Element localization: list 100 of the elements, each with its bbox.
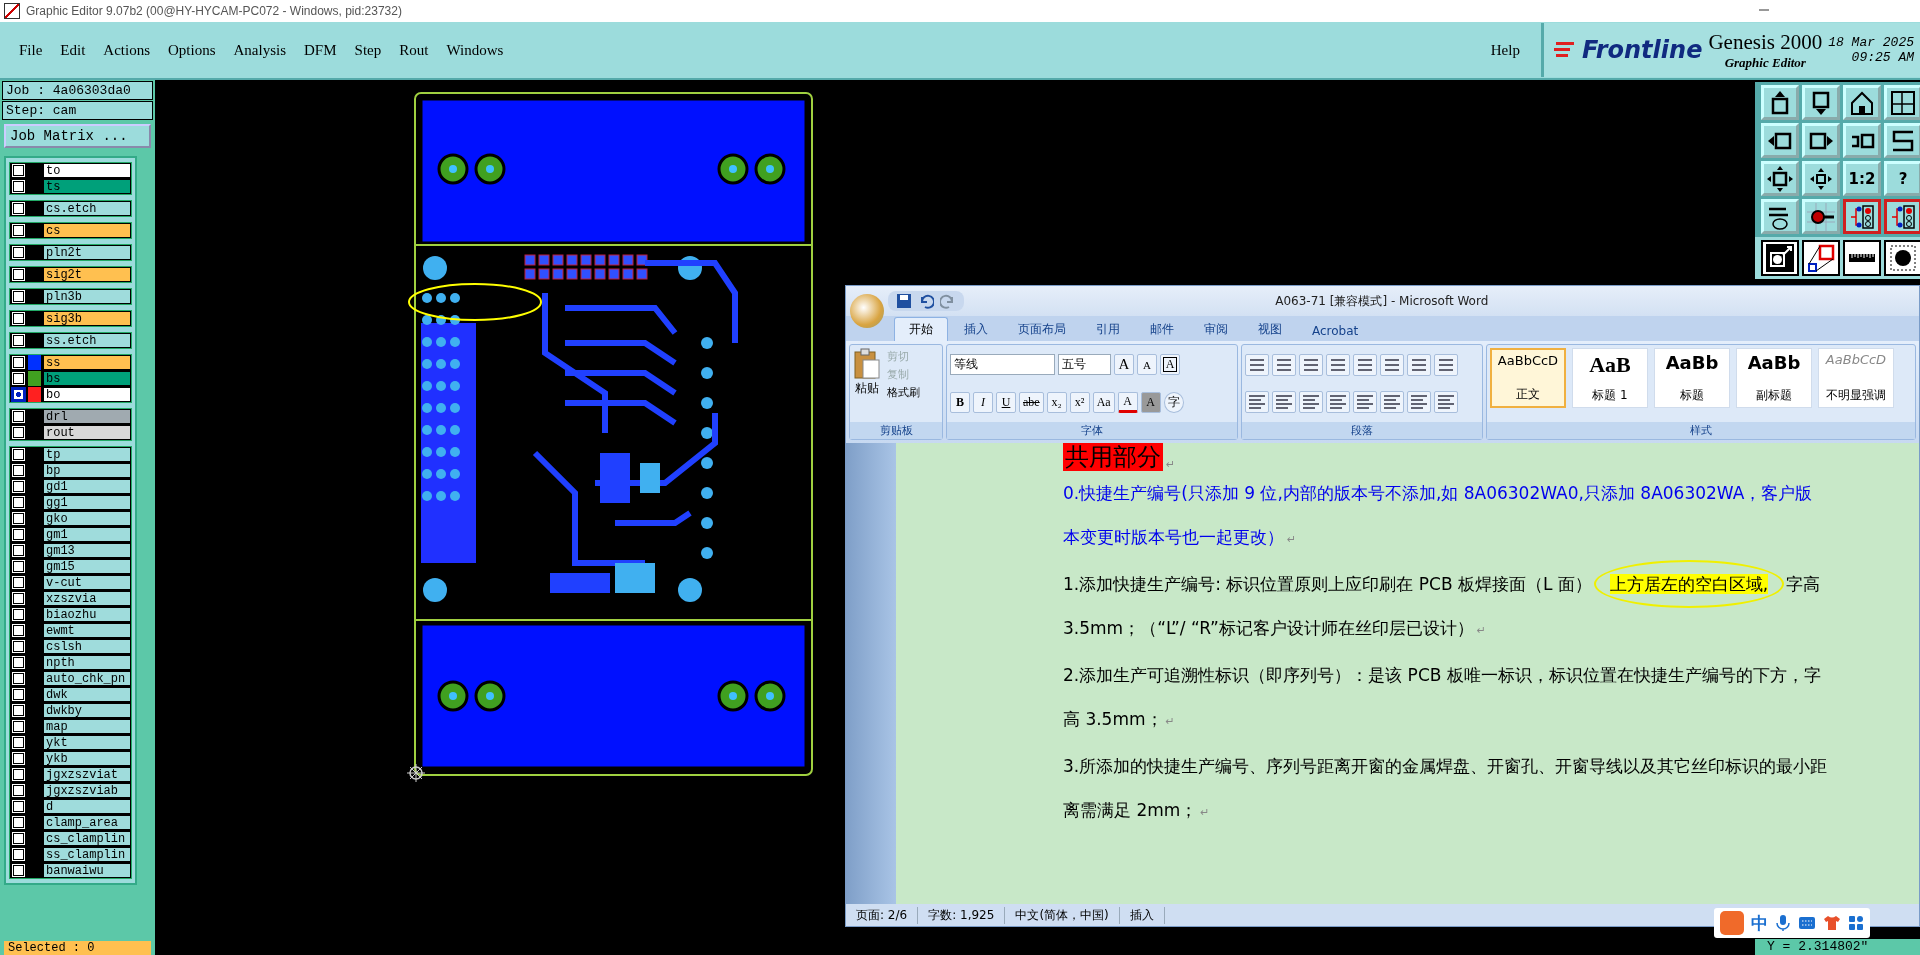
- ribbon-tab[interactable]: 视图: [1244, 318, 1296, 341]
- layer-checkbox[interactable]: [13, 165, 24, 176]
- layer-name[interactable]: ss_clamplin: [43, 847, 131, 862]
- format-button[interactable]: Aa: [1092, 391, 1115, 413]
- layer-checkbox[interactable]: [13, 465, 24, 476]
- layer-name[interactable]: drl: [43, 409, 131, 424]
- menu-item[interactable]: Windows: [437, 37, 513, 63]
- format-button[interactable]: abe: [1019, 391, 1044, 413]
- ribbon-tab[interactable]: 页面布局: [1004, 318, 1080, 341]
- format-button[interactable]: x₂: [1046, 391, 1067, 413]
- layer-checkbox[interactable]: [13, 641, 24, 652]
- layer-name[interactable]: ewmt: [43, 623, 131, 638]
- layer-name[interactable]: dwkby: [43, 703, 131, 718]
- menu-item[interactable]: Actions: [94, 37, 159, 63]
- layer-checkbox[interactable]: [13, 561, 24, 572]
- font-tool-button[interactable]: A: [1160, 354, 1180, 376]
- font-tool-button[interactable]: A: [1137, 354, 1157, 376]
- layer-name[interactable]: ss.etch: [43, 333, 131, 348]
- layer-checkbox[interactable]: [13, 389, 24, 400]
- layer-name[interactable]: to: [43, 163, 131, 178]
- layer-checkbox[interactable]: [13, 357, 24, 368]
- format-button[interactable]: 字: [1163, 391, 1184, 413]
- layer-name[interactable]: sig2t: [43, 267, 131, 282]
- style-swatch[interactable]: AaB 标题 1: [1572, 348, 1648, 408]
- layer-name[interactable]: gko: [43, 511, 131, 526]
- format-button[interactable]: U: [996, 391, 1016, 413]
- layer-name[interactable]: bp: [43, 463, 131, 478]
- layer-name[interactable]: cs_clamplin: [43, 831, 131, 846]
- layer-name[interactable]: d: [43, 799, 131, 814]
- layer-checkbox[interactable]: [13, 513, 24, 524]
- layer-name[interactable]: cslsh: [43, 639, 131, 654]
- menu-item[interactable]: Rout: [390, 37, 438, 63]
- layer-name[interactable]: biaozhu: [43, 607, 131, 622]
- style-swatch[interactable]: AaBbCcD 不明显强调: [1818, 348, 1894, 408]
- layer-checkbox[interactable]: [13, 247, 24, 258]
- layer-name[interactable]: v-cut: [43, 575, 131, 590]
- layer-checkbox[interactable]: [13, 609, 24, 620]
- layer-checkbox[interactable]: [13, 657, 24, 668]
- layer-name[interactable]: ykb: [43, 751, 131, 766]
- toolbar-button[interactable]: [1843, 199, 1881, 234]
- layer-checkbox[interactable]: [13, 545, 24, 556]
- font-size-field[interactable]: 五号: [1058, 354, 1111, 376]
- menu-item[interactable]: Edit: [51, 37, 95, 63]
- layer-name[interactable]: jgxzszviab: [43, 783, 131, 798]
- layer-checkbox[interactable]: [13, 721, 24, 732]
- layer-checkbox[interactable]: [13, 673, 24, 684]
- save-icon[interactable]: [896, 293, 912, 309]
- layer-name[interactable]: xzszvia: [43, 591, 131, 606]
- job-matrix-button[interactable]: Job Matrix ...: [4, 124, 151, 148]
- layer-name[interactable]: ykt: [43, 735, 131, 750]
- layer-checkbox[interactable]: [13, 335, 24, 346]
- layer-checkbox[interactable]: [13, 785, 24, 796]
- layer-checkbox[interactable]: [13, 427, 24, 438]
- layer-name[interactable]: ts: [43, 179, 131, 194]
- layer-name[interactable]: gm13: [43, 543, 131, 558]
- microphone-icon[interactable]: [1775, 914, 1791, 932]
- layer-name[interactable]: auto_chk_pn: [43, 671, 131, 686]
- layer-checkbox[interactable]: [13, 313, 24, 324]
- toolbar-button[interactable]: [1843, 240, 1881, 276]
- layer-checkbox[interactable]: [13, 225, 24, 236]
- layer-checkbox[interactable]: [13, 593, 24, 604]
- ribbon-tab[interactable]: 开始: [894, 317, 948, 341]
- layer-name[interactable]: bo: [43, 387, 131, 402]
- layer-checkbox[interactable]: [13, 865, 24, 876]
- layer-name[interactable]: rout: [43, 425, 131, 440]
- style-swatch[interactable]: AaBbCcD 正文: [1490, 348, 1566, 408]
- toolbar-button[interactable]: [1761, 240, 1799, 276]
- toolbar-button[interactable]: [1802, 240, 1840, 276]
- layer-name[interactable]: jgxzszviat: [43, 767, 131, 782]
- layer-name[interactable]: tp: [43, 447, 131, 462]
- align-left-icon[interactable]: [1245, 391, 1269, 414]
- menu-item[interactable]: Analysis: [224, 37, 296, 63]
- toolbar-button[interactable]: [1884, 199, 1920, 234]
- menu-item[interactable]: Options: [159, 37, 225, 63]
- layer-checkbox[interactable]: [13, 373, 24, 384]
- layer-name[interactable]: bs: [43, 371, 131, 386]
- layer-name[interactable]: gm1: [43, 527, 131, 542]
- keyboard-icon[interactable]: [1798, 916, 1816, 930]
- layer-checkbox[interactable]: [13, 481, 24, 492]
- font-tool-button[interactable]: A: [1114, 354, 1134, 376]
- format-button[interactable]: A: [1140, 391, 1161, 413]
- layer-name[interactable]: gg1: [43, 495, 131, 510]
- layer-name[interactable]: cs.etch: [43, 201, 131, 216]
- layer-checkbox[interactable]: [13, 577, 24, 588]
- layer-name[interactable]: gm15: [43, 559, 131, 574]
- layer-checkbox[interactable]: [13, 411, 24, 422]
- shirt-icon[interactable]: [1823, 915, 1841, 931]
- help-menu[interactable]: Help: [1481, 37, 1529, 63]
- format-button[interactable]: I: [973, 391, 993, 413]
- layer-checkbox[interactable]: [13, 625, 24, 636]
- layer-checkbox[interactable]: [13, 497, 24, 508]
- layer-checkbox[interactable]: [13, 449, 24, 460]
- ratio-button[interactable]: 1:2: [1843, 161, 1881, 196]
- layer-name[interactable]: cs: [43, 223, 131, 238]
- layer-checkbox[interactable]: [13, 291, 24, 302]
- layer-checkbox[interactable]: [13, 849, 24, 860]
- toolbar-button[interactable]: [1884, 240, 1920, 276]
- layer-checkbox[interactable]: [13, 753, 24, 764]
- layer-name[interactable]: npth: [43, 655, 131, 670]
- style-swatch[interactable]: AaBb 副标题: [1736, 348, 1812, 408]
